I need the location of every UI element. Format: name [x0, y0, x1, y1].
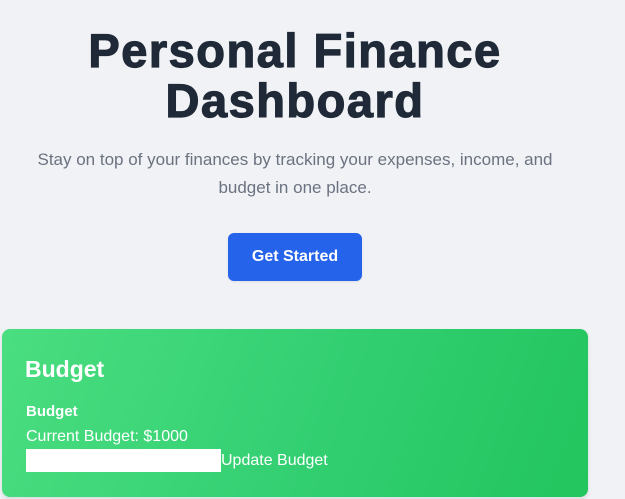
page-title-line-2: Dashboard [165, 74, 425, 127]
dashboard-page: Personal Finance Dashboard Stay on top o… [0, 0, 625, 499]
budget-amount-input[interactable] [26, 449, 221, 472]
update-budget-button[interactable]: Update Budget [221, 449, 328, 472]
page-title-line-1: Personal Finance [88, 24, 502, 77]
page-subtitle-line-2: budget in one place. [218, 178, 372, 197]
budget-section-label: Budget [26, 403, 78, 420]
budget-card-title: Budget [25, 356, 105, 382]
page-subtitle-line-1: Stay on top of your finances by tracking… [37, 150, 553, 169]
page-title: Personal Finance Dashboard [0, 24, 590, 127]
current-budget-text: Current Budget: $1000 [26, 428, 188, 445]
page-subtitle: Stay on top of your finances by tracking… [0, 146, 590, 202]
get-started-button[interactable]: Get Started [228, 233, 362, 281]
